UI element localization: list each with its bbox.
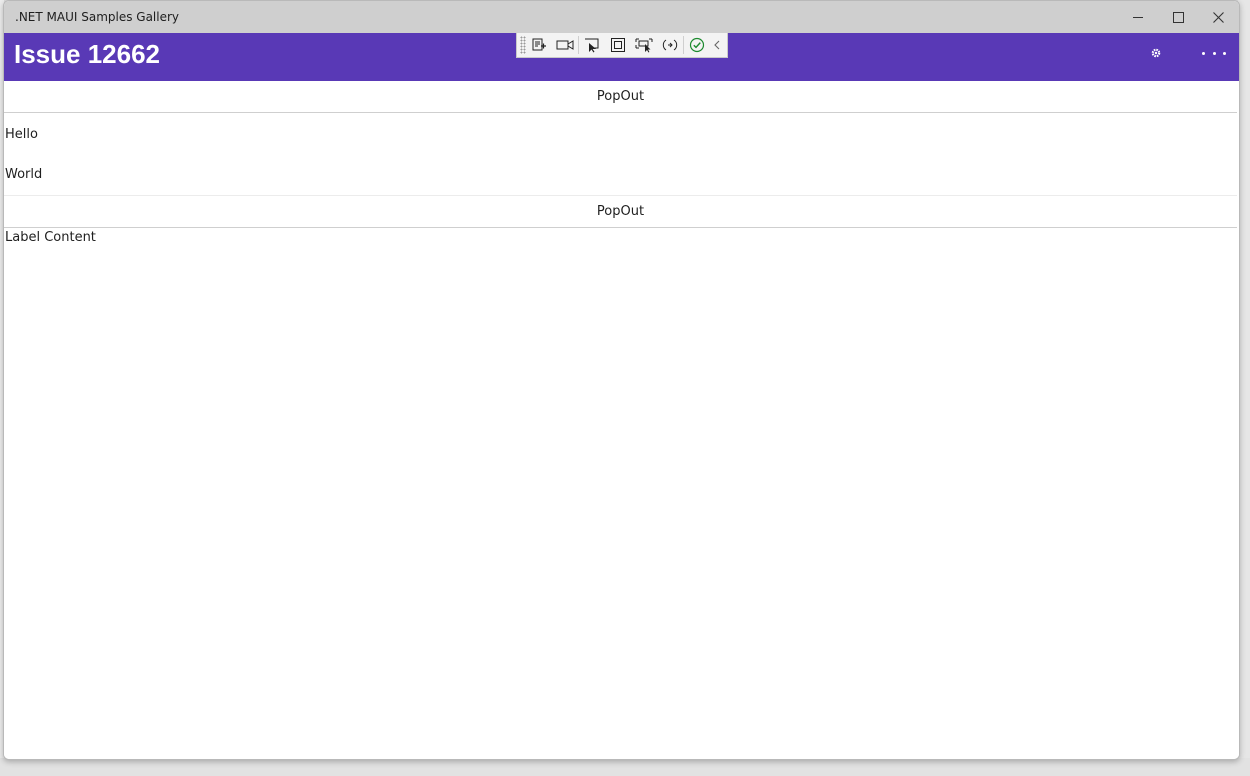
binding-status-button[interactable] [684,34,710,56]
collapse-toolbar-button[interactable] [710,34,724,56]
world-label: World [5,167,43,182]
minimize-button[interactable] [1118,1,1158,33]
title-bar[interactable]: .NET MAUI Samples Gallery [4,1,1239,33]
gear-icon [1151,48,1161,58]
go-to-live-visual-tree-icon [532,38,546,51]
app-window: .NET MAUI Samples Gallery Issue 12662 Po… [3,0,1240,760]
xaml-debug-toolbar [516,33,728,58]
popout-button[interactable]: PopOut [4,81,1237,113]
hello-label: Hello [5,127,38,142]
more-icon-dot [1223,51,1226,55]
page-title: Issue 12662 [14,39,161,69]
close-button[interactable] [1198,1,1238,33]
hot-reload-icon [662,39,678,51]
track-focus-icon [635,38,653,53]
close-icon [1212,11,1224,23]
label-content: Label Content [5,230,96,245]
more-icon-dot [1212,51,1216,55]
window-title: .NET MAUI Samples Gallery [15,10,180,24]
desktop-background-bottom [0,758,1250,776]
display-layout-adorners-icon [611,38,625,52]
maximize-icon [1172,11,1184,23]
track-focus-button[interactable] [631,34,657,56]
more-options-button[interactable] [1202,45,1226,61]
popout-button[interactable]: PopOut [4,195,1237,228]
hot-reload-button[interactable] [657,34,683,56]
record-icon [556,40,574,50]
display-adorners-button[interactable] [605,34,631,56]
more-icon-dot [1202,51,1205,55]
settings-button[interactable] [1150,47,1162,59]
select-element-icon [585,38,599,53]
select-element-button[interactable] [579,34,605,56]
collapse-icon [714,40,720,50]
record-button[interactable] [552,34,578,56]
live-visual-tree-button[interactable] [526,34,552,56]
page-content: PopOut Hello World PopOut Label Content [4,81,1239,759]
maximize-button[interactable] [1158,1,1198,33]
minimize-icon [1133,16,1143,18]
binding-ok-icon [689,37,705,53]
